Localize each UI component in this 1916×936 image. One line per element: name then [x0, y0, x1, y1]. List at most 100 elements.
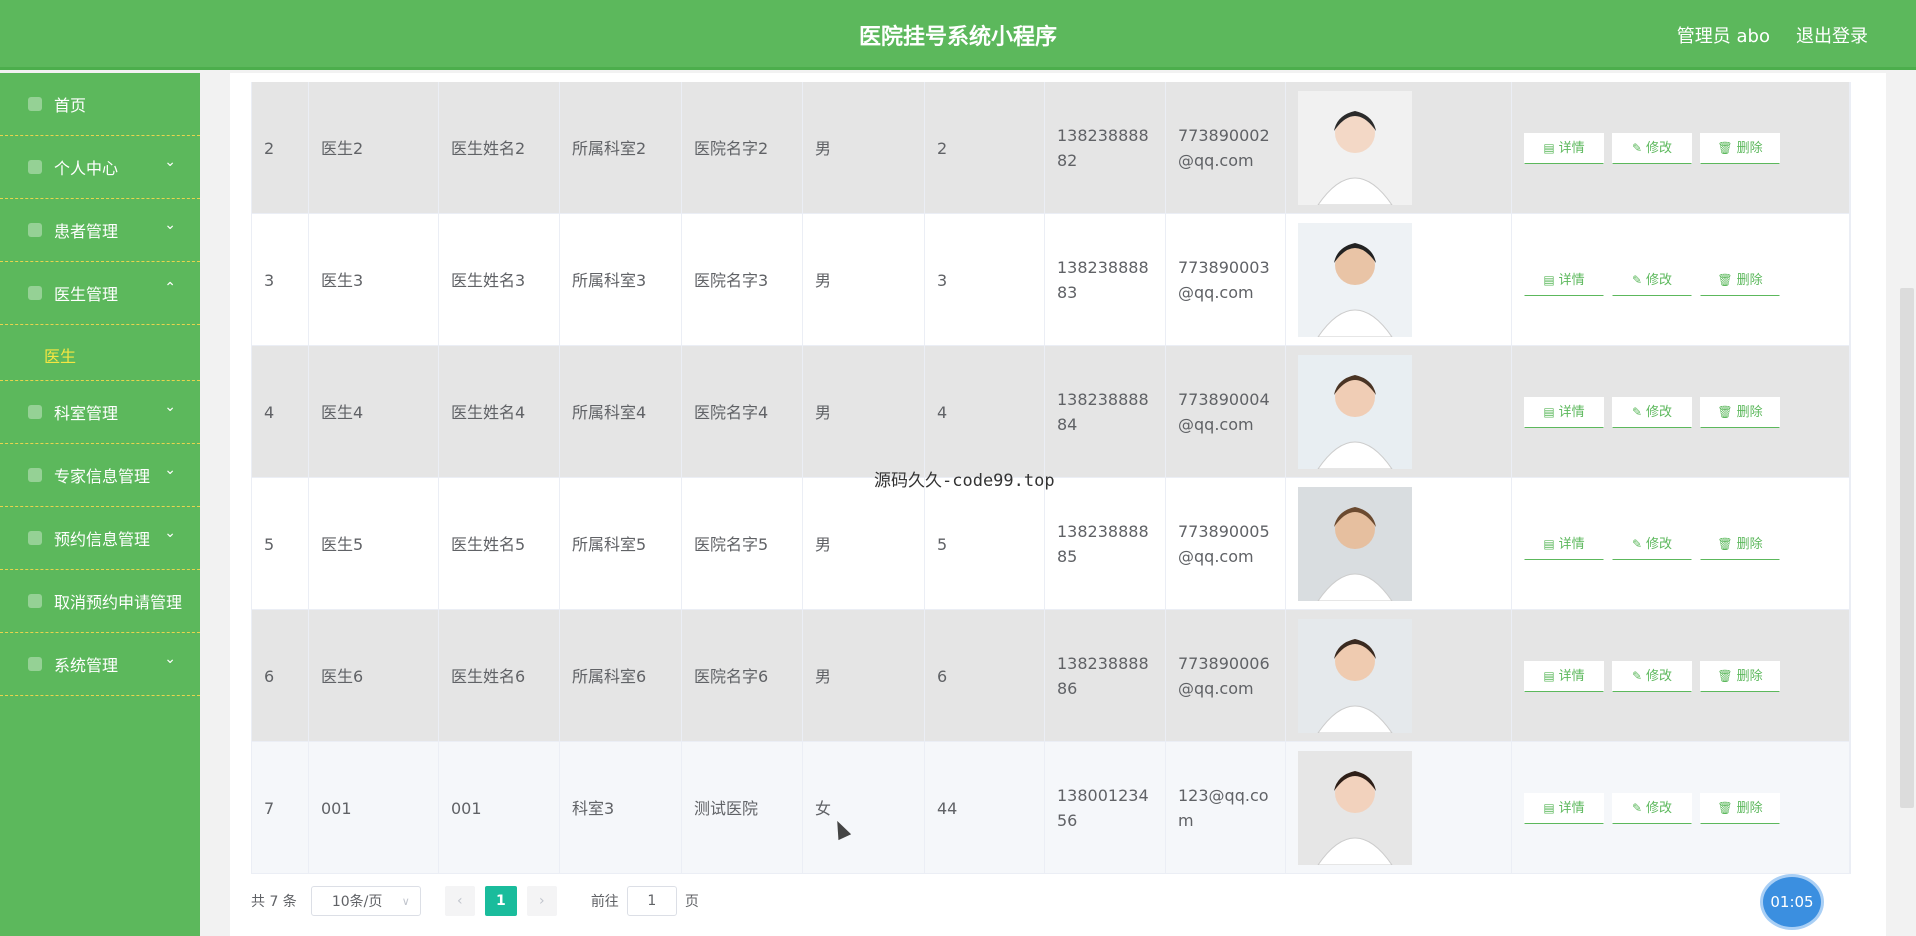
- edit-button[interactable]: ✎ 修改: [1612, 660, 1692, 692]
- delete-button[interactable]: 🗑 删除: [1700, 660, 1780, 692]
- page-number-button[interactable]: 1: [484, 886, 517, 916]
- cell-text: 医院名字3: [694, 270, 769, 290]
- document-icon: ▤: [1543, 668, 1555, 683]
- table-row: 4 医生4 医生姓名4 所属科室4 医院名字4 男 4 13823888884 77389000…: [252, 346, 1850, 478]
- delete-button[interactable]: 🗑 删除: [1700, 528, 1780, 560]
- action-label: 删除: [1736, 272, 1763, 288]
- cell-text: 13800123456: [1057, 786, 1149, 830]
- edit-button[interactable]: ✎ 修改: [1612, 792, 1692, 824]
- document-icon: ▤: [1543, 404, 1555, 419]
- table-cell-account: 001: [309, 742, 439, 874]
- action-label: 修改: [1646, 536, 1673, 552]
- table-cell-idx: 3: [252, 214, 309, 346]
- actions-cell: ▤ 详情 ✎ 修改 🗑 删除: [1512, 82, 1850, 214]
- table-cell-gender: 女: [803, 742, 925, 874]
- doctor-avatar[interactable]: [1298, 487, 1412, 601]
- table-cell-gender: 男: [803, 214, 925, 346]
- doctor-avatar[interactable]: [1298, 355, 1412, 469]
- page-size-select[interactable]: 10条/页 ∨: [310, 886, 421, 916]
- timer-badge[interactable]: 01:05: [1763, 877, 1821, 927]
- table-cell-gender: 男: [803, 478, 925, 610]
- edit-button[interactable]: ✎ 修改: [1612, 396, 1692, 428]
- table-cell-age: 4: [925, 346, 1045, 478]
- avatar-cell: [1286, 82, 1512, 214]
- logout-button[interactable]: 退出登录: [1796, 22, 1868, 48]
- center-watermark-text: 源码久久-code99.top: [874, 471, 1055, 491]
- doctor-avatar[interactable]: [1298, 619, 1412, 733]
- delete-button[interactable]: 🗑 删除: [1700, 792, 1780, 824]
- sidebar-item-doctor-management[interactable]: 医生管理 ⌃: [0, 262, 200, 325]
- detail-button[interactable]: ▤ 详情: [1524, 132, 1604, 164]
- user-icon: [28, 160, 42, 174]
- action-label: 修改: [1646, 140, 1673, 156]
- detail-button[interactable]: ▤ 详情: [1524, 660, 1604, 692]
- cell-text: 773890002@qq.com: [1178, 126, 1270, 170]
- table-cell-dept: 所属科室2: [560, 82, 682, 214]
- prev-page-button[interactable]: ‹: [444, 886, 475, 916]
- delete-button[interactable]: 🗑 删除: [1700, 396, 1780, 428]
- cell-text: 医生姓名6: [451, 666, 526, 686]
- table-cell-idx: 2: [252, 82, 309, 214]
- expert-icon: [28, 468, 42, 482]
- doctor-avatar[interactable]: [1298, 751, 1412, 865]
- sidebar-item-department-management[interactable]: 科室管理 ⌄: [0, 381, 200, 444]
- sidebar-item-cancel-appointment-management[interactable]: 取消预约申请管理: [0, 570, 200, 633]
- actions-cell: ▤ 详情 ✎ 修改 🗑 删除: [1512, 610, 1850, 742]
- avatar-cell: [1286, 346, 1512, 478]
- delete-button[interactable]: 🗑 删除: [1700, 132, 1780, 164]
- main-content: 2 医生2 医生姓名2 所属科室2 医院名字2 男 2 13823888882 77389000…: [230, 73, 1886, 936]
- table-cell-hospital: 医院名字6: [682, 610, 803, 742]
- vertical-scrollbar[interactable]: [1900, 288, 1914, 808]
- goto-page-input[interactable]: [626, 886, 677, 916]
- action-label: 详情: [1558, 404, 1585, 420]
- detail-button[interactable]: ▤ 详情: [1524, 528, 1604, 560]
- table-cell-hospital: 医院名字3: [682, 214, 803, 346]
- detail-button[interactable]: ▤ 详情: [1524, 264, 1604, 296]
- actions-cell: ▤ 详情 ✎ 修改 🗑 删除: [1512, 214, 1850, 346]
- table-cell-account: 医生3: [309, 214, 439, 346]
- table-cell-account: 医生4: [309, 346, 439, 478]
- table-cell-phone: 13823888886: [1045, 610, 1166, 742]
- sidebar-item-expert-info-management[interactable]: 专家信息管理 ⌄: [0, 444, 200, 507]
- sidebar-item-personal-center[interactable]: 个人中心 ⌄: [0, 136, 200, 199]
- sidebar-item-label: 取消预约申请管理: [54, 593, 183, 612]
- action-label: 删除: [1736, 800, 1763, 816]
- delete-button[interactable]: 🗑 删除: [1700, 264, 1780, 296]
- chevron-down-icon: ⌄: [164, 462, 176, 478]
- doctor-avatar[interactable]: [1298, 91, 1412, 205]
- cell-text: 5: [264, 534, 275, 554]
- cell-text: 6: [264, 666, 275, 686]
- trash-icon: 🗑: [1717, 140, 1733, 155]
- table-cell-gender: 男: [803, 346, 925, 478]
- edit-button[interactable]: ✎ 修改: [1612, 528, 1692, 560]
- cell-text: 男: [815, 270, 832, 290]
- cell-text: 4: [264, 402, 275, 422]
- sidebar-subitem-doctor[interactable]: 医生: [0, 325, 200, 381]
- cell-text: 医院名字6: [694, 666, 769, 686]
- table-cell-gender: 男: [803, 610, 925, 742]
- sidebar-item-appointment-management[interactable]: 预约信息管理 ⌄: [0, 507, 200, 570]
- document-icon: ▤: [1543, 140, 1555, 155]
- avatar-cell: [1286, 742, 1512, 874]
- cell-text: 男: [815, 402, 832, 422]
- doctor-avatar[interactable]: [1298, 223, 1412, 337]
- avatar-cell: [1286, 610, 1512, 742]
- sidebar-item-label: 预约信息管理: [54, 530, 151, 549]
- table-cell-email: 773890005@qq.com: [1166, 478, 1286, 610]
- sidebar-item-system-management[interactable]: 系统管理 ⌄: [0, 633, 200, 696]
- action-label: 修改: [1646, 800, 1673, 816]
- table-cell-hospital: 医院名字2: [682, 82, 803, 214]
- edit-button[interactable]: ✎ 修改: [1612, 264, 1692, 296]
- page-size-value: 10条/页: [331, 894, 383, 910]
- detail-button[interactable]: ▤ 详情: [1524, 396, 1604, 428]
- actions-cell: ▤ 详情 ✎ 修改 🗑 删除: [1512, 742, 1850, 874]
- cell-text: 3: [937, 270, 948, 290]
- next-page-button[interactable]: ›: [526, 886, 557, 916]
- sidebar-item-patient-management[interactable]: 患者管理 ⌄: [0, 199, 200, 262]
- sidebar-item-home[interactable]: 首页: [0, 73, 200, 136]
- top-header: 医院挂号系统小程序 管理员 abo 退出登录: [0, 0, 1916, 70]
- edit-button[interactable]: ✎ 修改: [1612, 132, 1692, 164]
- chevron-up-icon: ⌃: [164, 280, 176, 296]
- detail-button[interactable]: ▤ 详情: [1524, 792, 1604, 824]
- table-cell-dept: 所属科室4: [560, 346, 682, 478]
